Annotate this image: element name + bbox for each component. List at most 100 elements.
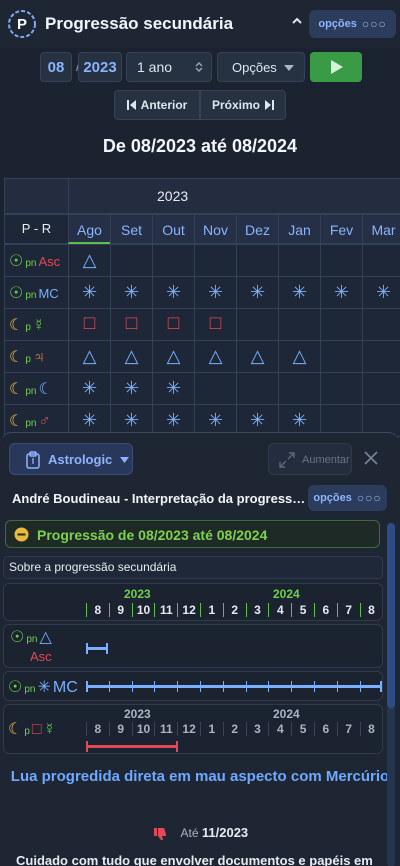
timeline-header: 2023 2024 8 9 10 11 12 1 2 3 4 5 6 7 8 [3, 583, 383, 621]
grid-aspect-cell[interactable] [236, 372, 279, 405]
grid-aspect-cell[interactable] [194, 372, 237, 405]
astrologic-source-button[interactable]: Astrologic [9, 443, 133, 475]
grid-year-label: 2023 [68, 178, 400, 214]
aspect-symbol: △ [82, 346, 97, 366]
grid-aspect-cell[interactable]: □ [194, 308, 237, 341]
grid-aspect-cell[interactable] [362, 244, 400, 277]
grid-aspect-cell[interactable] [278, 372, 321, 405]
timeline-row[interactable]: ☉ pn △ Asc [3, 624, 383, 668]
timeline-row[interactable]: ☉ pn ✳ MC [3, 671, 383, 701]
grid-aspect-cell[interactable]: ✳ [152, 372, 195, 405]
header-options-button[interactable]: opções ○○○ [309, 10, 396, 38]
aspects-grid: 2023 P - R Ago Set Out Nov Dez Jan Fev Mar ☉ pn Asc △… [4, 178, 400, 438]
timeline-inline-month: 11 [154, 722, 177, 736]
grid-month-header[interactable]: Out [152, 214, 195, 244]
play-button[interactable] [310, 52, 362, 82]
scrollbar-thumb[interactable] [387, 523, 395, 708]
about-progression-row[interactable]: Sobre a progressão secundária [3, 556, 383, 579]
period-select[interactable]: 1 ano [126, 52, 212, 82]
grid-aspect-cell[interactable] [110, 244, 153, 277]
timeline-month: 10 [131, 603, 155, 617]
grid-aspect-cell[interactable] [320, 308, 363, 341]
grid-aspect-cell[interactable] [236, 244, 279, 277]
grid-month-header[interactable]: Set [110, 214, 153, 244]
aspect-label: ☾ p ☿ [9, 315, 45, 335]
grid-aspect-cell[interactable] [320, 372, 363, 405]
grid-aspect-cell[interactable]: △ [152, 340, 195, 373]
grid-aspect-cell[interactable] [236, 308, 279, 341]
expand-button[interactable]: Aumentar [268, 443, 352, 475]
grid-aspect-cell[interactable]: △ [110, 340, 153, 373]
grid-aspect-cell[interactable]: △ [194, 340, 237, 373]
grid-aspect-cell[interactable]: ✳ [362, 276, 400, 309]
aspect-symbol: ✳ [123, 282, 140, 302]
grid-aspect-cell[interactable]: ✳ [110, 276, 153, 309]
grid-aspect-cell[interactable]: ✳ [320, 276, 363, 309]
next-button[interactable]: Próximo [200, 90, 286, 120]
grid-aspect-cell[interactable]: ✳ [236, 276, 279, 309]
grid-aspect-cell[interactable] [320, 340, 363, 373]
grid-aspect-cell[interactable]: ✳ [68, 276, 111, 309]
chevron-up-icon[interactable] [290, 14, 304, 28]
timeline-month: 9 [108, 603, 132, 617]
range-title: De 08/2023 até 08/2024 [102, 136, 298, 156]
grid-month-header[interactable]: Dez [236, 214, 279, 244]
timeline-row[interactable]: ☾ p □ ☿ 2023 2024 8 9 10 11 12 1 2 3 4 5 6 7 8 [3, 704, 383, 754]
grid-aspect-cell[interactable] [362, 340, 400, 373]
aspect-label: ☉ pn MC [9, 283, 59, 303]
timeline-bar-tick [314, 681, 315, 692]
grid-aspect-cell[interactable] [362, 308, 400, 341]
grid-aspect-cell[interactable]: ✳ [152, 276, 195, 309]
close-icon[interactable] [362, 449, 380, 467]
timeline-aspect-part: △ [39, 629, 52, 646]
until-prefix: Até [180, 826, 199, 840]
grid-aspect-cell[interactable] [320, 244, 363, 277]
grid-aspect-cell[interactable]: △ [68, 340, 111, 373]
panel-options-button[interactable]: opções ○○○ [308, 485, 387, 511]
previous-button[interactable]: Anterior [114, 90, 200, 120]
grid-aspect-cell[interactable]: □ [110, 308, 153, 341]
grid-aspect-cell[interactable] [194, 244, 237, 277]
grid-aspect-cell[interactable]: □ [68, 308, 111, 341]
grid-month-header[interactable]: Jan [278, 214, 321, 244]
timeline-aspect-part: p [24, 726, 30, 737]
aspect-symbol: ✳ [249, 282, 266, 302]
grid-aspect-cell[interactable] [362, 372, 400, 405]
grid-row-label: ☾ p ☿ [4, 308, 69, 341]
options-select[interactable]: Opções [217, 52, 305, 82]
timeline-inline-month: 4 [268, 722, 291, 736]
timeline-inline-month: 2 [222, 722, 246, 736]
grid-aspect-cell[interactable]: ✳ [194, 276, 237, 309]
grid-aspect-cell[interactable]: △ [236, 340, 279, 373]
progression-collapse[interactable]: Progressão de 08/2023 até 08/2024 [5, 520, 380, 548]
grid-aspect-cell[interactable]: □ [152, 308, 195, 341]
grid-month-header[interactable]: Nov [194, 214, 237, 244]
aspect-symbol: △ [250, 346, 265, 366]
timeline-bar-end-tick [106, 643, 108, 654]
grid-month-header[interactable]: Ago [68, 214, 111, 244]
grid-aspect-cell[interactable] [278, 308, 321, 341]
grid-aspect-cell[interactable]: ✳ [278, 276, 321, 309]
aspect-label-part: p [25, 322, 31, 333]
aspect-label-part: pn [25, 258, 37, 269]
aspect-symbol: ✳ [207, 410, 224, 430]
aspect-symbol: □ [167, 313, 180, 334]
aspect-symbol: △ [124, 346, 139, 366]
aspect-label-part: ☾ [9, 381, 24, 398]
timeline-aspect-label: ☉ pn △ Asc [10, 627, 76, 664]
aspect-label-part: ☉ [9, 253, 24, 270]
grid-aspect-cell[interactable]: ✳ [110, 372, 153, 405]
svg-text:P: P [17, 16, 27, 33]
year-field[interactable]: 2023 [78, 52, 122, 82]
grid-aspect-cell[interactable] [278, 244, 321, 277]
timeline-aspect-part: Asc [30, 649, 52, 664]
grid-aspect-cell[interactable] [152, 244, 195, 277]
grid-aspect-cell[interactable]: △ [278, 340, 321, 373]
grid-month-header[interactable]: Mar [362, 214, 400, 244]
grid-month-header[interactable]: Fev [320, 214, 363, 244]
timeline-bar-tick [245, 681, 247, 692]
month-field[interactable]: 08 [40, 52, 72, 82]
aspect-symbol: ✳ [291, 410, 308, 430]
grid-aspect-cell[interactable]: △ [68, 244, 111, 277]
grid-aspect-cell[interactable]: ✳ [68, 372, 111, 405]
